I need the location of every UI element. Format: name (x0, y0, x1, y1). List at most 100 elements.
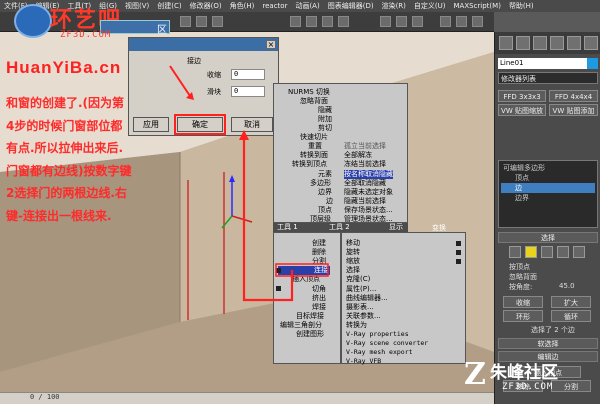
quad-item-ignore-back[interactable]: 忽略背面 (300, 97, 328, 106)
menu-maxscript[interactable]: MAXScript(M) (454, 2, 501, 10)
quad-item-vertex[interactable]: 顶点 (318, 206, 332, 215)
toolbar-icon[interactable] (456, 16, 467, 27)
quad-item-save-state[interactable]: 保存场景状态... (344, 206, 393, 215)
polygon-mode-icon[interactable] (557, 246, 569, 258)
quad-item-hide-unselected[interactable]: 隐藏未选定对象 (344, 188, 393, 197)
toolbar-icon[interactable] (306, 16, 317, 27)
close-icon[interactable]: × (266, 40, 276, 49)
quad-item-curve-editor[interactable]: 曲线编辑器... (346, 294, 388, 303)
quad-item-properties[interactable]: 属性(P)... (346, 285, 376, 294)
quad-item-split[interactable]: 分割 (312, 257, 326, 266)
object-name-field[interactable]: Line01 (498, 58, 598, 69)
ffd-3x3x3-button[interactable]: FFD 3x3x3 (498, 90, 546, 102)
uvw-map-scale-button[interactable]: VW 贴图缩放 (498, 104, 546, 116)
quad-item-connect[interactable]: 连接 (278, 266, 330, 275)
by-angle-value[interactable]: 45.0 (559, 282, 575, 290)
quad-item-clone[interactable]: 克隆(C) (346, 275, 370, 284)
stack-item-editable-poly[interactable]: 可编辑多边形 (503, 163, 545, 173)
quad-item-vray-scene-converter[interactable]: V-Ray scene converter (346, 339, 428, 348)
quad-item-reset[interactable]: 重置 (308, 142, 322, 151)
menu-customize[interactable]: 自定义(U) (414, 1, 446, 11)
loop-button[interactable]: 循环 (551, 310, 591, 322)
quad-item-to-vertex[interactable]: 转换到顶点 (292, 160, 327, 169)
ffd-4x4x4-button[interactable]: FFD 4x4x4 (549, 90, 598, 102)
quad-item-chamfer[interactable]: 切角 (312, 285, 326, 294)
ring-button[interactable]: 环形 (503, 310, 543, 322)
toolbar-icon[interactable] (212, 16, 223, 27)
quad-item-insert-vertex[interactable]: 插入顶点 (292, 275, 320, 284)
modify-tab-icon[interactable] (516, 36, 530, 50)
quad-item-move[interactable]: 移动 (346, 239, 360, 248)
quad-item-unhide-by-name[interactable]: 按名称取消隐藏 (344, 170, 393, 179)
toolbar-icon[interactable] (338, 16, 349, 27)
hierarchy-tab-icon[interactable] (533, 36, 547, 50)
quad-item-border[interactable]: 边界 (318, 188, 332, 197)
quad-item-cut[interactable]: 剪切 (318, 124, 332, 133)
vertex-mode-icon[interactable] (509, 246, 521, 258)
create-tab-icon[interactable] (499, 36, 513, 50)
toolbar-icon[interactable] (322, 16, 333, 27)
quad-item-attach[interactable]: 附加 (318, 115, 332, 124)
soft-selection-rollout[interactable]: 软选择 (498, 338, 598, 349)
quad-item-convert-to[interactable]: 转换为 (346, 321, 367, 330)
element-mode-icon[interactable] (573, 246, 585, 258)
quad-item-hide-selection[interactable]: 隐藏当前选择 (344, 197, 386, 206)
quad-item-vray-vfb[interactable]: V-Ray VFB (346, 357, 381, 366)
menu-animation[interactable]: 动画(A) (295, 1, 319, 11)
quad-item-element[interactable]: 元素 (318, 170, 332, 179)
toolbar-icon[interactable] (396, 16, 407, 27)
grow-button[interactable]: 扩大 (551, 296, 591, 308)
toolbar-icon[interactable] (440, 16, 451, 27)
menu-modifiers[interactable]: 修改器(O) (190, 1, 222, 11)
quad-item-vray-properties[interactable]: V-Ray properties (346, 330, 409, 339)
by-vertex-label[interactable]: 按顶点 (509, 262, 530, 272)
quad-item-delete[interactable]: 删除 (312, 248, 326, 257)
quad-item-polygon[interactable]: 多边形 (310, 179, 331, 188)
quad-item-unhide-all[interactable]: 全部取消隐藏 (344, 179, 386, 188)
uvw-map-add-button[interactable]: VW 贴图添加 (549, 104, 598, 116)
apply-button[interactable]: 应用 (133, 117, 169, 132)
quad-item-select[interactable]: 选择 (346, 266, 360, 275)
menu-graph-editors[interactable]: 图表编辑器(D) (328, 1, 374, 11)
quad-item-create[interactable]: 创建 (312, 239, 326, 248)
ignore-backfacing-label[interactable]: 忽略背面 (509, 272, 537, 282)
menu-reactor[interactable]: reactor (262, 2, 287, 10)
cancel-button[interactable]: 取消 (231, 117, 273, 132)
quad-item-create-shape[interactable]: 创建图形 (296, 330, 324, 339)
utilities-tab-icon[interactable] (584, 36, 598, 50)
by-angle-label[interactable]: 按角度: (509, 282, 532, 292)
stack-item-edge[interactable]: 边 (501, 183, 595, 193)
quad-item-extrude[interactable]: 挤出 (312, 294, 326, 303)
menu-rendering[interactable]: 渲染(R) (382, 1, 406, 11)
menu-help[interactable]: 帮助(H) (509, 1, 534, 11)
toolbar-icon[interactable] (180, 16, 191, 27)
stack-item-border[interactable]: 边界 (515, 193, 529, 203)
menu-create[interactable]: 创建(C) (157, 1, 181, 11)
quad-item-edge[interactable]: 边 (326, 197, 333, 206)
shrink-button[interactable]: 收缩 (503, 296, 543, 308)
modifier-list-dropdown[interactable]: 修改器列表 (498, 72, 598, 84)
quad-item-to-face[interactable]: 转换到面 (300, 151, 328, 160)
ok-button[interactable]: 确定 (174, 114, 226, 135)
edge-mode-icon[interactable] (525, 246, 537, 258)
display-tab-icon[interactable] (567, 36, 581, 50)
motion-tab-icon[interactable] (550, 36, 564, 50)
quad-item-vray-mesh-export[interactable]: V-Ray mesh export (346, 348, 413, 357)
quad-item-quickslice[interactable]: 快速切片 (300, 133, 328, 142)
quad-item-hide[interactable]: 隐藏 (318, 106, 332, 115)
quad-item-unfreeze-all[interactable]: 全部解冻 (344, 151, 372, 160)
quad-item-nurms[interactable]: NURMS 切换 (288, 88, 330, 97)
quad-item-scale[interactable]: 缩放 (346, 257, 360, 266)
toolbar-icon[interactable] (472, 16, 483, 27)
toolbar-icon[interactable] (412, 16, 423, 27)
quad-item-edit-triangulation[interactable]: 编辑三角剖分 (280, 321, 322, 330)
quad-item-dope-sheet[interactable]: 摄影表... (346, 303, 374, 312)
selection-rollout[interactable]: 选择 (498, 232, 598, 243)
quad-item-rotate[interactable]: 旋转 (346, 248, 360, 257)
menu-views[interactable]: 视图(V) (125, 1, 149, 11)
quad-item-target-weld[interactable]: 目标焊接 (296, 312, 324, 321)
menu-character[interactable]: 角色(H) (230, 1, 255, 11)
stack-item-vertex[interactable]: 顶点 (515, 173, 529, 183)
quad-item-isolate[interactable]: 孤立当前选择 (344, 142, 386, 151)
object-color-swatch[interactable] (587, 58, 598, 69)
